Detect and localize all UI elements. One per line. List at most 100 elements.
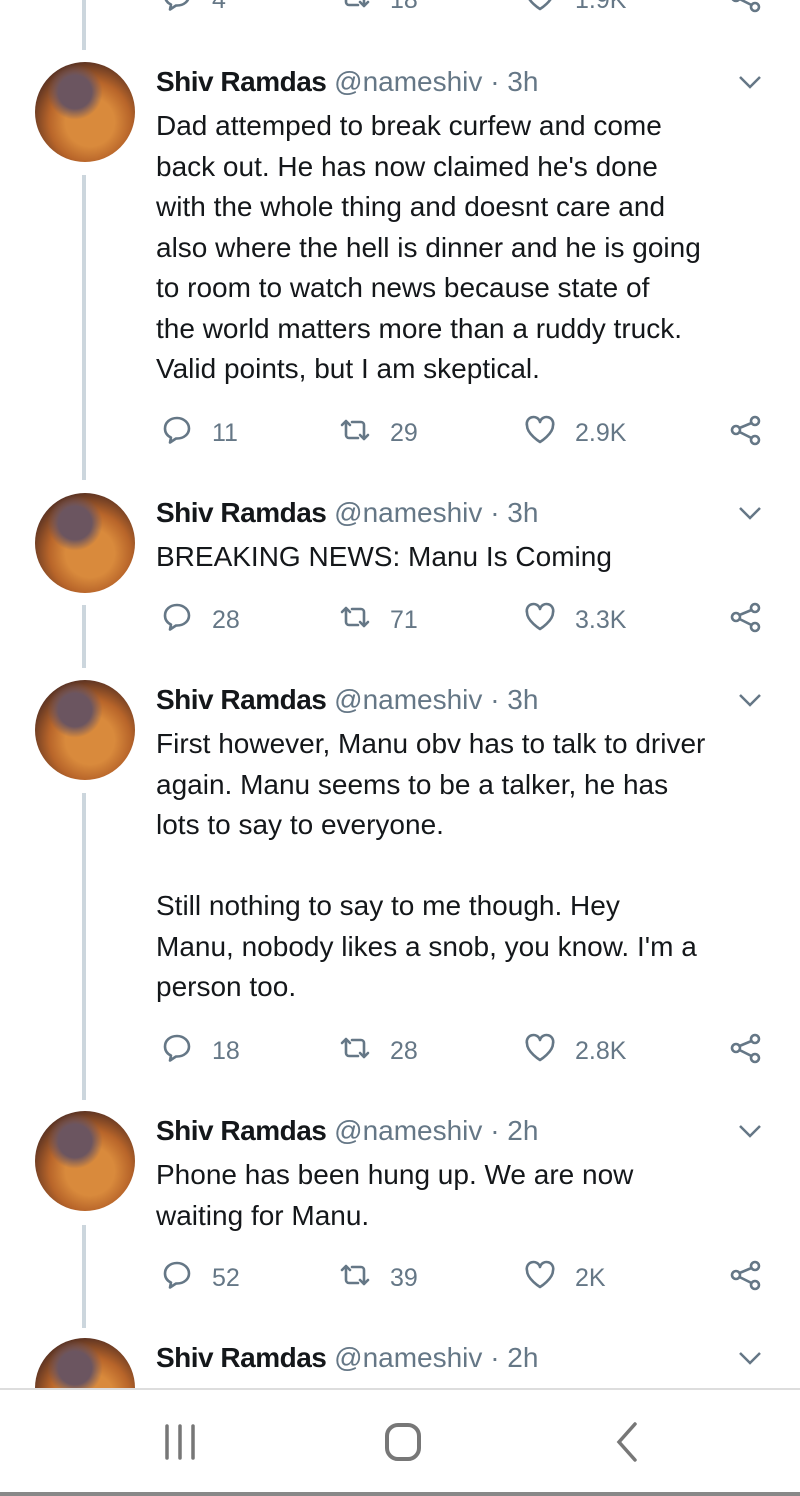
reply-button[interactable]: 4	[160, 0, 226, 21]
tweet-actions: 4 18 1.9K	[0, 0, 800, 20]
more-options-chevron-icon[interactable]	[736, 501, 764, 525]
tweet-actions: 18 28 2.8K	[0, 1031, 800, 1071]
tweet-header: Shiv Ramdas @nameshiv · 3h	[156, 62, 538, 102]
retweet-button[interactable]: 71	[338, 600, 418, 641]
more-options-chevron-icon[interactable]	[736, 688, 764, 712]
tweet-actions: 52 39 2K	[0, 1258, 800, 1298]
thread-line	[82, 0, 86, 50]
like-button[interactable]: 2K	[523, 1258, 606, 1299]
author-handle[interactable]: @nameshiv	[334, 684, 482, 715]
like-icon	[523, 600, 557, 641]
reply-button[interactable]: 11	[160, 413, 238, 454]
retweet-icon	[338, 1031, 372, 1072]
replies-count: 18	[212, 1037, 240, 1065]
likes-count: 2.8K	[575, 1037, 627, 1065]
more-options-chevron-icon[interactable]	[736, 70, 764, 94]
avatar[interactable]	[35, 1111, 135, 1211]
reply-icon	[160, 600, 194, 641]
timestamp[interactable]: 2h	[507, 1342, 538, 1373]
share-button[interactable]	[728, 413, 762, 454]
separator: ·	[490, 1342, 500, 1373]
like-icon	[523, 1258, 557, 1299]
author-handle[interactable]: @nameshiv	[334, 1115, 482, 1146]
retweet-icon	[338, 0, 372, 21]
reply-button[interactable]: 28	[160, 600, 240, 641]
retweet-button[interactable]: 39	[338, 1258, 418, 1299]
android-nav-bar	[0, 1388, 800, 1496]
retweets-count: 28	[390, 1037, 418, 1065]
like-button[interactable]: 3.3K	[523, 600, 626, 641]
author-name[interactable]: Shiv Ramdas	[156, 66, 327, 97]
separator: ·	[490, 497, 500, 528]
more-options-chevron-icon[interactable]	[736, 1119, 764, 1143]
retweet-button[interactable]: 29	[338, 413, 418, 454]
like-icon	[523, 1031, 557, 1072]
more-options-chevron-icon[interactable]	[736, 1346, 764, 1370]
reply-button[interactable]: 18	[160, 1031, 240, 1072]
retweet-button[interactable]: 18	[338, 0, 418, 21]
likes-count: 2.9K	[575, 419, 627, 447]
avatar[interactable]	[35, 493, 135, 593]
like-icon	[523, 0, 557, 21]
author-name[interactable]: Shiv Ramdas	[156, 1115, 327, 1146]
share-icon	[728, 1258, 762, 1299]
tweet-text: First however, Manu obv has to talk to d…	[156, 728, 706, 1002]
tweet-text: Dad attemped to break curfew and come ba…	[156, 110, 701, 384]
share-button[interactable]	[728, 600, 762, 641]
share-button[interactable]	[728, 1031, 762, 1072]
likes-count: 2K	[575, 1264, 606, 1292]
likes-count: 1.9K	[575, 0, 627, 14]
reply-icon	[160, 413, 194, 454]
share-icon	[728, 0, 762, 21]
replies-count: 11	[212, 419, 238, 447]
back-icon[interactable]	[603, 1420, 653, 1464]
avatar[interactable]	[35, 680, 135, 780]
timestamp[interactable]: 3h	[507, 497, 538, 528]
retweet-icon	[338, 1258, 372, 1299]
share-icon	[728, 600, 762, 641]
replies-count: 28	[212, 606, 240, 634]
tweet-text: Phone has been hung up. We are now waiti…	[156, 1159, 634, 1231]
bottom-edge	[0, 1492, 800, 1496]
tweet-header: Shiv Ramdas @nameshiv · 3h	[156, 493, 538, 533]
like-button[interactable]: 2.8K	[523, 1031, 626, 1072]
tweet-header: Shiv Ramdas @nameshiv · 2h	[156, 1111, 538, 1151]
share-button[interactable]	[728, 1258, 762, 1299]
separator: ·	[490, 684, 500, 715]
author-handle[interactable]: @nameshiv	[334, 66, 482, 97]
reply-icon	[160, 0, 194, 21]
reply-button[interactable]: 52	[160, 1258, 240, 1299]
separator: ·	[490, 66, 500, 97]
likes-count: 3.3K	[575, 606, 627, 634]
author-name[interactable]: Shiv Ramdas	[156, 497, 327, 528]
avatar[interactable]	[35, 62, 135, 162]
author-handle[interactable]: @nameshiv	[334, 497, 482, 528]
tweet-actions: 11 29 2.9K	[0, 413, 800, 453]
home-icon[interactable]	[378, 1420, 428, 1464]
separator: ·	[490, 1115, 500, 1146]
timestamp[interactable]: 3h	[507, 66, 538, 97]
author-name[interactable]: Shiv Ramdas	[156, 684, 327, 715]
like-button[interactable]: 1.9K	[523, 0, 626, 21]
timestamp[interactable]: 3h	[507, 684, 538, 715]
tweet-actions: 28 71 3.3K	[0, 600, 800, 640]
timestamp[interactable]: 2h	[507, 1115, 538, 1146]
author-handle[interactable]: @nameshiv	[334, 1342, 482, 1373]
recent-apps-icon[interactable]	[155, 1420, 205, 1464]
reply-icon	[160, 1031, 194, 1072]
retweets-count: 71	[390, 606, 418, 634]
retweet-button[interactable]: 28	[338, 1031, 418, 1072]
replies-count: 52	[212, 1264, 240, 1292]
tweet-text: BREAKING NEWS: Manu Is Coming	[156, 541, 612, 572]
share-icon	[728, 413, 762, 454]
author-name[interactable]: Shiv Ramdas	[156, 1342, 327, 1373]
like-button[interactable]: 2.9K	[523, 413, 626, 454]
retweet-icon	[338, 600, 372, 641]
retweet-icon	[338, 413, 372, 454]
tweet-header: Shiv Ramdas @nameshiv · 3h	[156, 680, 538, 720]
replies-count: 4	[212, 0, 226, 14]
share-button[interactable]	[728, 0, 762, 21]
retweets-count: 18	[390, 0, 418, 14]
like-icon	[523, 413, 557, 454]
retweets-count: 39	[390, 1264, 418, 1292]
